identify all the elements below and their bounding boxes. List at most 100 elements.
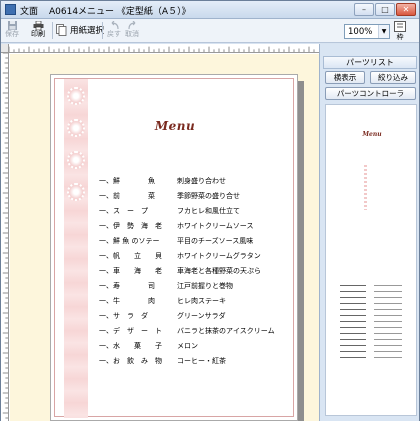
preview-line <box>340 303 402 304</box>
undo-arrow-icon <box>111 21 119 30</box>
menu-item: 一、デ ザ ー ト バニラと抹茶のアイスクリーム <box>99 324 295 339</box>
preview-line <box>340 285 402 286</box>
redo-arrow-icon <box>127 21 135 30</box>
parts-controller-button[interactable]: パーツコントローラ <box>325 87 416 100</box>
menu-item: 一、ス ー プ フカヒレ和風仕立て <box>99 204 295 219</box>
title-bar[interactable]: 文面 A0614メニュー 《定型紙（A５）》 – □ ✕ <box>1 1 419 19</box>
dish-name: フカヒレ和風仕立て <box>177 207 240 215</box>
menu-item: 一、前 菜 季節野菜の盛り合せ <box>99 189 295 204</box>
preview-title: Menu <box>362 131 382 138</box>
zoom-value: 100% <box>348 27 373 37</box>
menu-course-list[interactable]: 一、鮮 魚 刺身盛り合わせ 一、前 菜 季節野菜の盛り合せ 一、ス ー プ フカヒレ和… <box>99 174 295 369</box>
menu-item: 一、牛 肉 ヒレ肉ステーキ <box>99 294 295 309</box>
horizontal-ruler <box>9 44 319 53</box>
dish-name: 季節野菜の盛り合せ <box>177 192 240 200</box>
preview-menu-lines <box>340 285 402 363</box>
toolbar: 保存 印刷 用紙選択 戻す 取消 100% ▼ 枠 <box>1 19 419 43</box>
document-title: A0614メニュー 《定型紙（A５）》 <box>49 7 191 17</box>
page-thumbnail-preview[interactable]: Menu <box>325 104 417 416</box>
menu-item: 一、サ ラ ダ グリーンサラダ <box>99 309 295 324</box>
flower-ornament <box>67 183 85 201</box>
preview-floral-band <box>364 165 367 210</box>
redo-label: 取消 <box>125 30 139 38</box>
app-icon <box>5 4 16 15</box>
dish-name: ホワイトクリームグラタン <box>177 252 261 260</box>
preview-line <box>340 309 402 310</box>
dish-name: コーヒー・紅茶 <box>177 357 226 365</box>
flower-ornament <box>67 151 85 169</box>
paper-select-label: 用紙選択 <box>70 26 105 36</box>
menu-item: 一、鮮 魚 刺身盛り合わせ <box>99 174 295 189</box>
dish-name: 車海老と各種野菜の天ぷら <box>177 267 261 275</box>
preview-line <box>340 321 402 322</box>
flower-ornament <box>67 87 85 105</box>
course-name: 一、鮮 魚 のソテー <box>99 237 160 245</box>
course-name: 一、前 菜 <box>99 192 155 200</box>
frame-label: 枠 <box>396 33 404 41</box>
dish-name: 江戸前握りと巻物 <box>177 282 233 290</box>
app-window: 文面 A0614メニュー 《定型紙（A５）》 – □ ✕ 保存 印刷 用紙選択 <box>0 0 420 421</box>
dish-name: ホワイトクリームソース <box>177 222 254 230</box>
zoom-select[interactable]: 100% ▼ <box>344 24 390 39</box>
preview-line <box>340 345 402 346</box>
floppy-disk-icon <box>7 21 17 30</box>
print-button[interactable]: 印刷 <box>31 21 45 41</box>
close-button[interactable]: ✕ <box>396 3 416 16</box>
chevron-down-icon[interactable]: ▼ <box>378 25 389 38</box>
parts-list-header: パーツリスト <box>323 56 417 69</box>
menu-item: 一、水 菓 子 メロン <box>99 339 295 354</box>
course-name: 一、鮮 魚 <box>99 177 155 185</box>
redo-button[interactable]: 取消 <box>125 21 139 41</box>
course-name: 一、伊 勢 海 老 <box>99 222 162 230</box>
dish-name: バニラと抹茶のアイスクリーム <box>177 327 275 335</box>
undo-label: 戻す <box>107 30 121 38</box>
course-name: 一、帆 立 貝 <box>99 252 162 260</box>
print-label: 印刷 <box>31 30 45 38</box>
course-name: 一、サ ラ ダ <box>99 312 148 320</box>
printer-icon <box>33 21 43 30</box>
show-all-button[interactable]: 横表示 <box>325 71 365 84</box>
preview-line <box>340 291 402 292</box>
dish-name: ヒレ肉ステーキ <box>177 297 226 305</box>
preview-line <box>340 333 402 334</box>
ruler-corner <box>1 44 9 53</box>
minimize-button[interactable]: – <box>354 3 374 16</box>
dish-name: グリーンサラダ <box>177 312 226 320</box>
preview-line <box>340 297 402 298</box>
dish-name: 刺身盛り合わせ <box>177 177 226 185</box>
preview-line <box>340 351 402 352</box>
course-name: 一、お 飲 み 物 <box>99 357 162 365</box>
course-name: 一、ス ー プ <box>99 207 148 215</box>
frame-icon <box>394 21 406 32</box>
document-canvas[interactable]: Menu 一、鮮 魚 刺身盛り合わせ 一、前 菜 季節野菜の盛り合せ 一、ス ー プ… <box>10 54 319 421</box>
parts-panel: パーツリスト 横表示 絞り込み パーツコントローラ Menu <box>319 44 419 421</box>
course-name: 一、車 海 老 <box>99 267 162 275</box>
preview-line <box>340 357 402 358</box>
preview-line <box>340 327 402 328</box>
course-name: 一、デ ザ ー ト <box>99 327 162 335</box>
window-controls: – □ ✕ <box>354 3 416 16</box>
menu-item: 一、お 飲 み 物 コーヒー・紅茶 <box>99 354 295 369</box>
menu-item: 一、鮮 魚 のソテー 平目のチーズソース風味 <box>99 234 295 249</box>
undo-button[interactable]: 戻す <box>107 21 121 41</box>
course-name: 一、寿 司 <box>99 282 155 290</box>
save-button[interactable]: 保存 <box>5 21 19 41</box>
editor-area: Menu 一、鮮 魚 刺身盛り合わせ 一、前 菜 季節野菜の盛り合せ 一、ス ー プ… <box>1 44 319 421</box>
menu-title[interactable]: Menu <box>51 119 299 133</box>
paper-icon <box>56 24 67 36</box>
frame-button[interactable]: 枠 <box>394 21 406 42</box>
maximize-button[interactable]: □ <box>375 3 395 16</box>
course-name: 一、牛 肉 <box>99 297 155 305</box>
filter-button[interactable]: 絞り込み <box>370 71 416 84</box>
preview-line <box>340 315 402 316</box>
app-name: 文面 <box>20 7 39 17</box>
menu-item: 一、帆 立 貝 ホワイトクリームグラタン <box>99 249 295 264</box>
menu-page[interactable]: Menu 一、鮮 魚 刺身盛り合わせ 一、前 菜 季節野菜の盛り合せ 一、ス ー プ… <box>50 74 298 421</box>
toolbar-separator <box>102 22 103 39</box>
dish-name: メロン <box>177 342 198 350</box>
save-label: 保存 <box>5 30 19 38</box>
toolbar-separator <box>52 22 53 39</box>
paper-select-button[interactable]: 用紙選択 <box>56 24 104 36</box>
menu-item: 一、寿 司 江戸前握りと巻物 <box>99 279 295 294</box>
dish-name: 平目のチーズソース風味 <box>177 237 254 245</box>
